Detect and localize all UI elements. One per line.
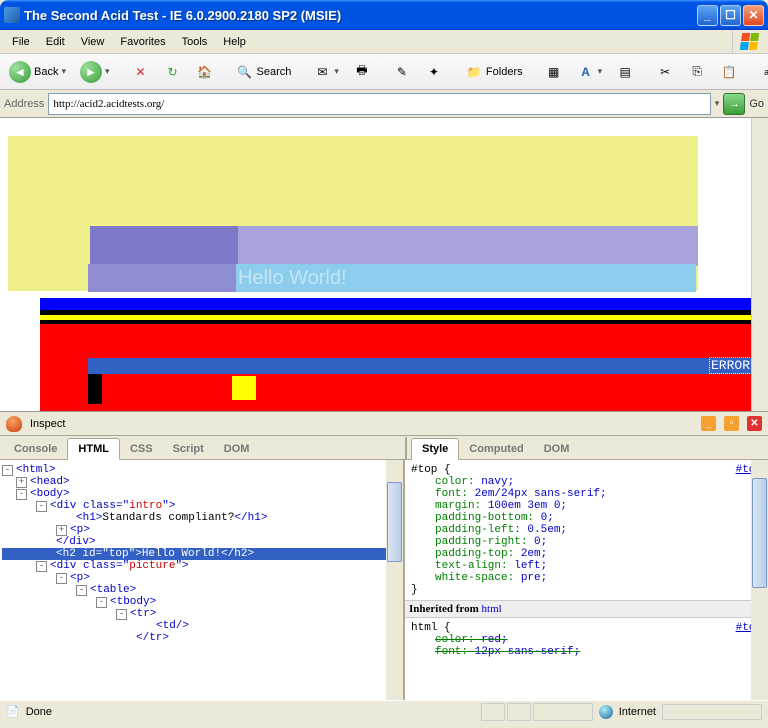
tab-computed[interactable]: Computed <box>459 439 533 459</box>
back-label: Back <box>34 66 58 78</box>
acid-hello-text: Hello World! <box>236 264 696 292</box>
twisty-icon[interactable]: + <box>16 477 27 488</box>
menu-favorites[interactable]: Favorites <box>112 33 173 51</box>
scrollbar-vertical[interactable] <box>751 118 768 411</box>
inspect-button[interactable]: Inspect <box>30 418 65 430</box>
address-dropdown[interactable]: ▾ <box>715 98 720 109</box>
tab-console[interactable]: Console <box>4 439 67 459</box>
firebug-icon <box>6 416 22 432</box>
search-label: Search <box>257 66 292 78</box>
twisty-icon[interactable]: - <box>16 489 27 500</box>
forward-button[interactable]: ►▾ <box>75 58 115 86</box>
related-button[interactable]: ▦ <box>540 60 568 84</box>
maximize-button[interactable]: ☐ <box>720 5 741 26</box>
firebug-close[interactable]: ✕ <box>747 416 762 431</box>
twisty-icon[interactable]: + <box>56 525 67 536</box>
status-bar: 📄 Done Internet <box>0 700 768 722</box>
page-viewport: Hello World! ERROR <box>0 118 768 412</box>
size-button[interactable]: aA▾ <box>755 60 768 84</box>
acid-yellow-box <box>232 376 256 400</box>
acid-error-bar: ERROR <box>88 358 756 374</box>
twisty-icon[interactable]: - <box>36 501 47 512</box>
acid-purple-mid <box>88 264 238 292</box>
windows-flag-icon <box>732 30 766 53</box>
back-button[interactable]: ◄Back ▾ <box>4 58 71 86</box>
copy-button[interactable]: ⎘ <box>683 60 711 84</box>
status-pane <box>662 704 762 720</box>
firebug-detach[interactable]: ▫ <box>724 416 739 431</box>
menu-tools[interactable]: Tools <box>174 33 216 51</box>
address-input[interactable] <box>48 93 710 115</box>
tab-css[interactable]: CSS <box>120 439 163 459</box>
menu-bar: File Edit View Favorites Tools Help <box>0 30 768 54</box>
status-text: Done <box>26 706 52 718</box>
style-panel[interactable]: #top#top { color: navy; font: 2em/24px s… <box>405 460 768 700</box>
folders-label: Folders <box>486 66 523 78</box>
tab-html[interactable]: HTML <box>67 438 120 460</box>
tab-dom-left[interactable]: DOM <box>214 439 260 459</box>
tab-dom-right[interactable]: DOM <box>534 439 580 459</box>
acid-purple-light <box>238 226 698 266</box>
style-scrollbar[interactable] <box>751 460 768 700</box>
ie-icon <box>4 7 20 23</box>
folders-button[interactable]: 📁Folders <box>460 60 528 84</box>
acid-black-box <box>88 374 102 404</box>
acid-purple-dark <box>90 226 238 266</box>
address-bar: Address ▾ → Go <box>0 90 768 118</box>
menu-help[interactable]: Help <box>215 33 254 51</box>
home-button[interactable]: 🏠 <box>191 60 219 84</box>
toolbar: ◄Back ▾ ►▾ ✕ ↻ 🏠 🔍Search ✉▾ 🖶 ✎ ✦ 📁Folde… <box>0 54 768 90</box>
inherited-header: Inherited from html <box>405 600 768 618</box>
menu-edit[interactable]: Edit <box>38 33 73 51</box>
close-button[interactable]: ✕ <box>743 5 764 26</box>
twisty-icon[interactable]: - <box>116 609 127 620</box>
minimize-button[interactable]: _ <box>697 5 718 26</box>
selected-node[interactable]: <h2 id="top">Hello World!</h2> <box>2 548 401 560</box>
twisty-icon[interactable]: - <box>36 561 47 572</box>
twisty-icon[interactable]: - <box>96 597 107 608</box>
paste-button[interactable]: 📋 <box>715 60 743 84</box>
twisty-icon[interactable]: - <box>2 465 13 476</box>
zone-text: Internet <box>619 706 656 718</box>
tab-script[interactable]: Script <box>163 439 214 459</box>
edit-button[interactable]: ✎ <box>388 60 416 84</box>
globe-icon <box>599 705 613 719</box>
twisty-icon[interactable]: - <box>56 573 67 584</box>
refresh-button[interactable]: ↻ <box>159 60 187 84</box>
window-title: The Second Acid Test - IE 6.0.2900.2180 … <box>24 8 697 23</box>
address-label: Address <box>4 98 44 110</box>
mail-button[interactable]: ✉▾ <box>308 60 344 84</box>
acid-blue-stripe <box>40 298 758 310</box>
firebug-minimize[interactable]: _ <box>701 416 716 431</box>
html-tree[interactable]: -<html> +<head> -<body> -<div class="int… <box>0 460 405 700</box>
firebug-panel: Inspect _ ▫ ✕ Console HTML CSS Script DO… <box>0 412 768 700</box>
firebug-toolbar: Inspect _ ▫ ✕ <box>0 412 768 436</box>
search-button[interactable]: 🔍Search <box>231 60 297 84</box>
html-scrollbar[interactable] <box>386 460 403 700</box>
discuss-button[interactable]: ✦ <box>420 60 448 84</box>
go-button[interactable]: → <box>723 93 745 115</box>
font-button[interactable]: A▾ <box>572 60 608 84</box>
encoding-button[interactable]: ▤ <box>611 60 639 84</box>
menu-file[interactable]: File <box>4 33 38 51</box>
menu-view[interactable]: View <box>73 33 113 51</box>
tab-style[interactable]: Style <box>411 438 459 460</box>
go-label: Go <box>749 98 764 110</box>
twisty-icon[interactable]: - <box>76 585 87 596</box>
firebug-tabs: Console HTML CSS Script DOM Style Comput… <box>0 436 768 460</box>
title-bar: The Second Acid Test - IE 6.0.2900.2180 … <box>0 0 768 30</box>
page-icon: 📄 <box>6 705 20 718</box>
print-button[interactable]: 🖶 <box>348 60 376 84</box>
cut-button[interactable]: ✂ <box>651 60 679 84</box>
stop-button[interactable]: ✕ <box>127 60 155 84</box>
